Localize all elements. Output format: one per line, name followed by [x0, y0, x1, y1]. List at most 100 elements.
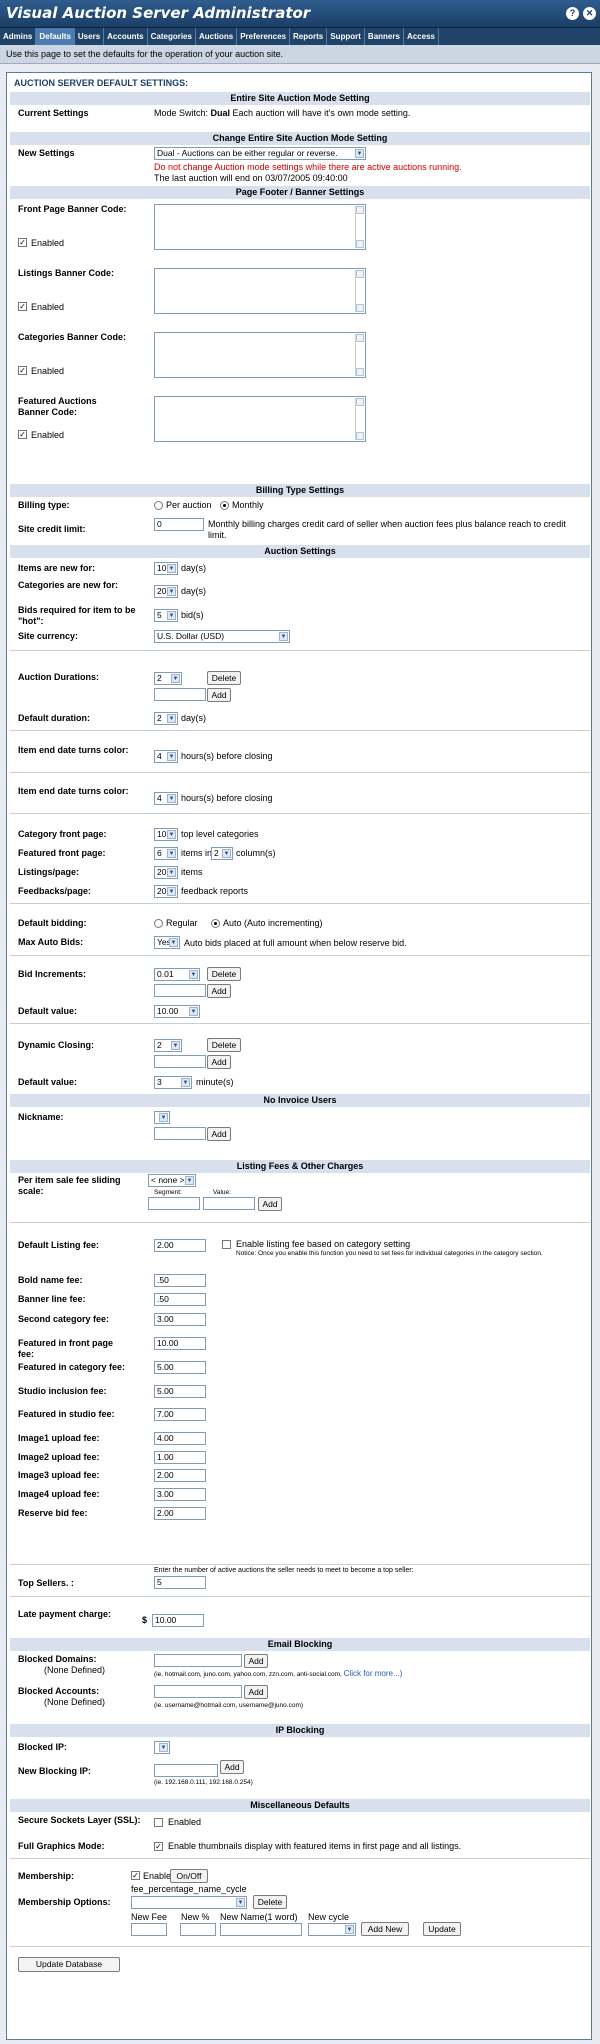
fee-input[interactable]: 2.00 [154, 1469, 206, 1482]
durations-add-button[interactable]: Add [207, 688, 231, 702]
ssl-checkbox[interactable] [154, 1818, 163, 1827]
cat-front-select[interactable]: 10 ▼ [154, 828, 178, 841]
dyn-close-delete-button[interactable]: Delete [207, 1038, 241, 1052]
dyn-close-add-button[interactable]: Add [207, 1055, 231, 1069]
update-database-button[interactable]: Update Database [18, 1957, 120, 1972]
scroll-down-icon[interactable] [356, 432, 364, 440]
scroll-up-icon[interactable] [356, 270, 364, 278]
update-membership-button[interactable]: Update [423, 1922, 461, 1936]
value-input[interactable] [203, 1197, 255, 1210]
fee-input[interactable]: 2.00 [154, 1507, 206, 1520]
monthly-radio[interactable] [220, 501, 229, 510]
membership-onoff-button[interactable]: On/Off [170, 1869, 208, 1883]
durations-select[interactable]: 2 ▼ [154, 672, 182, 685]
nickname-input[interactable] [154, 1127, 206, 1140]
click-more-link[interactable]: Click for more...) [344, 1669, 403, 1678]
tab-auctions[interactable]: Auctions [196, 28, 238, 45]
bid-inc-input[interactable] [154, 984, 206, 997]
blocked-accounts-input[interactable] [154, 1685, 242, 1698]
durations-delete-button[interactable]: Delete [207, 671, 241, 685]
end-color-2-select[interactable]: 4 ▼ [154, 792, 178, 805]
banner-code-textarea[interactable] [154, 204, 366, 250]
tab-accounts[interactable]: Accounts [104, 28, 148, 45]
fee-input[interactable]: 3.00 [154, 1313, 206, 1326]
scroll-down-icon[interactable] [356, 368, 364, 376]
fee-input[interactable]: .50 [154, 1274, 206, 1287]
close-icon[interactable]: ✕ [583, 7, 596, 20]
bidding-regular-radio[interactable] [154, 919, 163, 928]
category-fee-checkbox[interactable] [222, 1240, 231, 1249]
cats-new-select[interactable]: 20 ▼ [154, 585, 178, 598]
fee-input[interactable]: 7.00 [154, 1408, 206, 1421]
tab-support[interactable]: Support [327, 28, 365, 45]
scrollbar[interactable] [355, 270, 364, 312]
bid-inc-delete-button[interactable]: Delete [207, 967, 241, 981]
banner-code-textarea[interactable] [154, 268, 366, 314]
default-listing-fee-input[interactable]: 2.00 [154, 1239, 206, 1252]
fee-input[interactable]: 5.00 [154, 1385, 206, 1398]
end-color-1-select[interactable]: 4 ▼ [154, 750, 178, 763]
banner-code-textarea[interactable] [154, 332, 366, 378]
fee-input[interactable]: 1.00 [154, 1451, 206, 1464]
nickname-add-button[interactable]: Add [207, 1127, 231, 1141]
late-payment-input[interactable]: 10.00 [152, 1614, 204, 1627]
add-new-membership-button[interactable]: Add New [361, 1922, 409, 1936]
bidding-auto-radio[interactable] [211, 919, 220, 928]
dyn-default-select[interactable]: 3 ▼ [154, 1076, 192, 1089]
blocked-accounts-add-button[interactable]: Add [244, 1685, 268, 1699]
blocked-domains-input[interactable] [154, 1654, 242, 1667]
membership-options-select[interactable]: ▼ [131, 1896, 247, 1909]
feat-columns-select[interactable]: 2 ▼ [211, 847, 233, 860]
tab-access[interactable]: Access [404, 28, 439, 45]
scrollbar[interactable] [355, 206, 364, 248]
tab-users[interactable]: Users [75, 28, 105, 45]
banner-code-textarea[interactable] [154, 396, 366, 442]
bid-inc-select[interactable]: 0.01 ▼ [154, 968, 200, 981]
blocked-domains-add-button[interactable]: Add [244, 1654, 268, 1668]
help-icon[interactable]: ? [566, 7, 579, 20]
listings-page-select[interactable]: 20 ▼ [154, 866, 178, 879]
bid-inc-add-button[interactable]: Add [207, 984, 231, 998]
bids-hot-select[interactable]: 5 ▼ [154, 609, 178, 622]
new-cycle-select[interactable]: ▼ [308, 1923, 356, 1936]
currency-select[interactable]: U.S. Dollar (USD) ▼ [154, 630, 290, 643]
new-fee-input[interactable] [131, 1923, 167, 1936]
fee-input[interactable]: 3.00 [154, 1488, 206, 1501]
banner-enabled-checkbox[interactable]: ✓ [18, 302, 27, 311]
fee-input[interactable]: 5.00 [154, 1361, 206, 1374]
scroll-up-icon[interactable] [356, 206, 364, 214]
scroll-up-icon[interactable] [356, 334, 364, 342]
scroll-down-icon[interactable] [356, 304, 364, 312]
new-blocking-ip-add-button[interactable]: Add [220, 1760, 244, 1774]
default-duration-select[interactable]: 2 ▼ [154, 712, 178, 725]
max-auto-select[interactable]: Yes ▼ [154, 936, 180, 949]
tab-defaults[interactable]: Defaults [36, 28, 75, 45]
items-new-select[interactable]: 10 ▼ [154, 562, 178, 575]
dyn-close-input[interactable] [154, 1055, 206, 1068]
fee-input[interactable]: 4.00 [154, 1432, 206, 1445]
membership-delete-button[interactable]: Delete [253, 1895, 287, 1909]
full-graphics-checkbox[interactable]: ✓ [154, 1842, 163, 1851]
sliding-scale-select[interactable]: < none > ▼ [148, 1174, 196, 1187]
segment-input[interactable] [148, 1197, 200, 1210]
banner-enabled-checkbox[interactable]: ✓ [18, 238, 27, 247]
feat-front-select[interactable]: 6 ▼ [154, 847, 178, 860]
scroll-up-icon[interactable] [356, 398, 364, 406]
scrollbar[interactable] [355, 398, 364, 440]
tab-preferences[interactable]: Preferences [237, 28, 291, 45]
nickname-select[interactable]: ▼ [154, 1111, 170, 1124]
blocked-ip-select[interactable]: ▼ [154, 1741, 170, 1754]
fee-input[interactable]: .50 [154, 1293, 206, 1306]
banner-enabled-checkbox[interactable]: ✓ [18, 430, 27, 439]
new-name-input[interactable] [220, 1923, 302, 1936]
per-auction-radio[interactable] [154, 501, 163, 510]
site-credit-input[interactable]: 0 [154, 518, 204, 531]
durations-input[interactable] [154, 688, 206, 701]
fee-input[interactable]: 10.00 [154, 1337, 206, 1350]
banner-enabled-checkbox[interactable]: ✓ [18, 366, 27, 375]
scrollbar[interactable] [355, 334, 364, 376]
membership-checkbox[interactable]: ✓ [131, 1871, 140, 1880]
bid-default-select[interactable]: 10.00 ▼ [154, 1005, 200, 1018]
top-sellers-input[interactable]: 5 [154, 1576, 206, 1589]
sliding-scale-add-button[interactable]: Add [258, 1197, 282, 1211]
